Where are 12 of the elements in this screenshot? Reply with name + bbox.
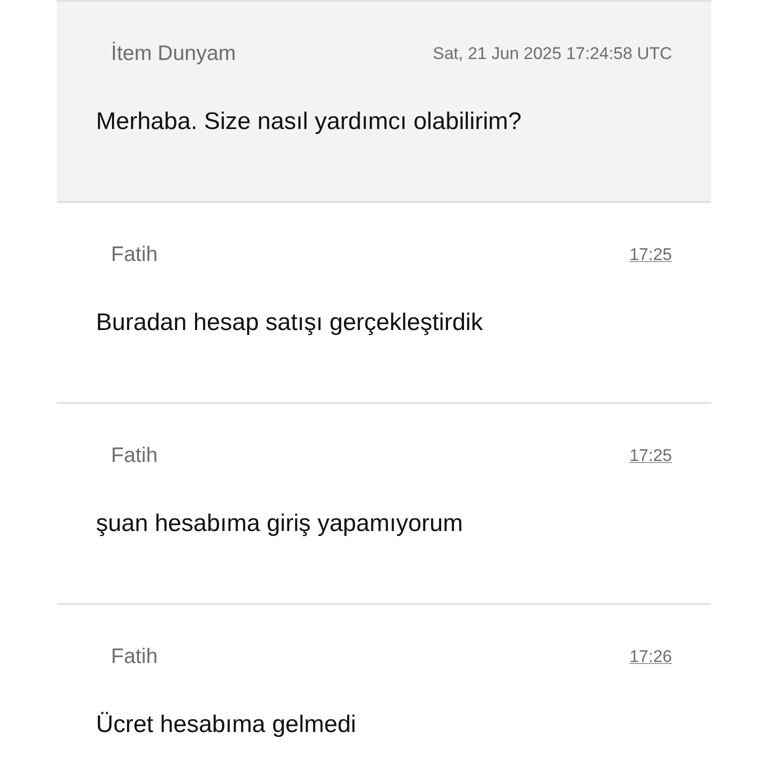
author-name: Fatih — [111, 242, 158, 268]
author-name: Fatih — [111, 443, 158, 469]
timestamp: 17:25 — [629, 445, 672, 467]
timestamp: 17:26 — [629, 646, 672, 668]
message-text: şuan hesabıma giriş yapamıyorum — [96, 508, 464, 538]
message-text: Merhaba. Size nasıl yardımcı olabilirim? — [96, 106, 522, 136]
author-name: Fatih — [111, 644, 158, 670]
author-name: İtem Dunyam — [111, 40, 236, 67]
message-text: Buradan hesap satışı gerçekleştirdik — [96, 308, 484, 338]
timestamp: 17:25 — [629, 244, 672, 266]
message-text: Ücret hesabıma gelmedi — [96, 710, 358, 740]
timestamp: Sat, 21 Jun 2025 17:24:58 UTC — [432, 43, 672, 65]
